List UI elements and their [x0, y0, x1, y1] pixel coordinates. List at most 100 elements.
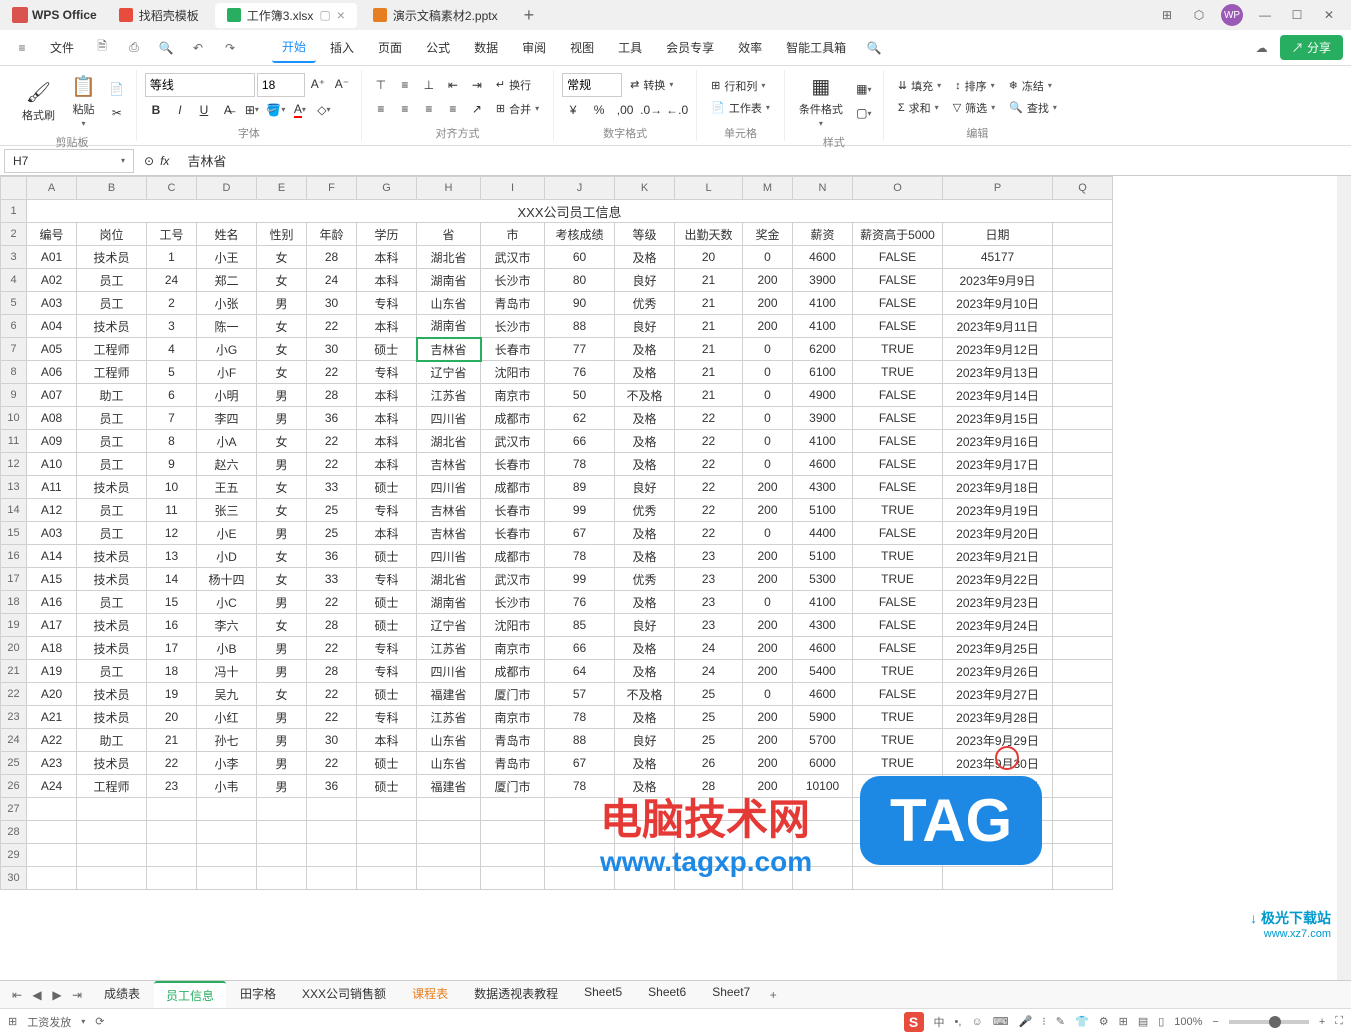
header-cell[interactable]: 省	[417, 223, 481, 246]
cell[interactable]: 0	[743, 246, 793, 269]
menu-efficiency[interactable]: 效率	[728, 33, 772, 62]
cell[interactable]	[675, 798, 743, 821]
cell[interactable]: 13	[147, 545, 197, 568]
font-color-icon[interactable]: A▾	[289, 99, 311, 121]
cell[interactable]	[1053, 683, 1113, 706]
sheet-tab-8[interactable]: Sheet7	[700, 981, 762, 1008]
cell[interactable]: TRUE	[853, 660, 943, 683]
cell[interactable]: 辽宁省	[417, 614, 481, 637]
col-header-J[interactable]: J	[545, 177, 615, 200]
cell[interactable]: 武汉市	[481, 568, 545, 591]
cut-icon[interactable]: ✂	[106, 102, 128, 124]
fill-button[interactable]: ⇊填充▾	[892, 76, 947, 96]
cell[interactable]: TRUE	[853, 545, 943, 568]
cell[interactable]: 湖北省	[417, 246, 481, 269]
row-header-4[interactable]: 4	[1, 269, 27, 292]
cell[interactable]: 66	[545, 430, 615, 453]
select-all-corner[interactable]	[1, 177, 27, 200]
cell[interactable]: 88	[545, 729, 615, 752]
cell[interactable]: 2023年9月14日	[943, 384, 1053, 407]
sheet-tab-6[interactable]: Sheet5	[572, 981, 634, 1008]
cell[interactable]: TRUE	[853, 568, 943, 591]
cell[interactable]: 四川省	[417, 407, 481, 430]
cell[interactable]: 200	[743, 660, 793, 683]
cell[interactable]: 成都市	[481, 476, 545, 499]
cell[interactable]: 女	[257, 545, 307, 568]
rowcol-button[interactable]: ⊞行和列▾	[705, 76, 776, 96]
row-header-24[interactable]: 24	[1, 729, 27, 752]
align-center-icon[interactable]: ≡	[394, 98, 416, 120]
view-normal-icon[interactable]: ⊞	[1119, 1015, 1128, 1028]
ime-skin-icon[interactable]: 👕	[1075, 1015, 1089, 1028]
cell[interactable]	[147, 844, 197, 867]
cell[interactable]: 26	[675, 752, 743, 775]
menu-icon[interactable]: ≡	[8, 34, 36, 62]
cell[interactable]	[147, 798, 197, 821]
cell[interactable]: 4600	[793, 683, 853, 706]
cell[interactable]: 不及格	[615, 683, 675, 706]
cell[interactable]: 1	[147, 246, 197, 269]
row-header-23[interactable]: 23	[1, 706, 27, 729]
cell[interactable]: 南京市	[481, 384, 545, 407]
cell[interactable]: 技术员	[77, 683, 147, 706]
cell[interactable]: 12	[147, 522, 197, 545]
search-fx-icon[interactable]: ⊙	[144, 154, 154, 168]
cell[interactable]: 2023年9月30日	[943, 752, 1053, 775]
cell[interactable]	[853, 798, 943, 821]
cell[interactable]: 4300	[793, 476, 853, 499]
cell[interactable]: 女	[257, 246, 307, 269]
row-header-17[interactable]: 17	[1, 568, 27, 591]
cell[interactable]: 4600	[793, 453, 853, 476]
fill-color-icon[interactable]: 🪣▾	[265, 99, 287, 121]
cell[interactable]: 200	[743, 729, 793, 752]
col-header-I[interactable]: I	[481, 177, 545, 200]
cell[interactable]: 5	[147, 361, 197, 384]
header-cell[interactable]: 等级	[615, 223, 675, 246]
cell[interactable]: 良好	[615, 614, 675, 637]
cell[interactable]: 小王	[197, 246, 257, 269]
cell[interactable]	[1053, 522, 1113, 545]
cell[interactable]: 4100	[793, 430, 853, 453]
cell[interactable]	[481, 798, 545, 821]
cell[interactable]	[307, 821, 357, 844]
cell[interactable]: TRUE	[853, 361, 943, 384]
cell[interactable]: 88	[545, 315, 615, 338]
cell[interactable]: 2023年9月26日	[943, 660, 1053, 683]
cell[interactable]: 专科	[357, 499, 417, 522]
cell[interactable]: 25	[675, 706, 743, 729]
cell[interactable]: 22	[307, 591, 357, 614]
col-header-L[interactable]: L	[675, 177, 743, 200]
cell[interactable]: 36	[307, 545, 357, 568]
header-cell[interactable]: 编号	[27, 223, 77, 246]
cell[interactable]: 4	[147, 338, 197, 361]
tab-templates[interactable]: 找稻壳模板	[107, 3, 211, 28]
header-cell[interactable]: 年龄	[307, 223, 357, 246]
row-header-3[interactable]: 3	[1, 246, 27, 269]
cell[interactable]	[357, 821, 417, 844]
menu-page[interactable]: 页面	[368, 33, 412, 62]
cell[interactable]: 28	[307, 660, 357, 683]
zoom-in-icon[interactable]: +	[1319, 1016, 1325, 1028]
cell[interactable]: 30	[307, 292, 357, 315]
sogou-ime-icon[interactable]: S	[904, 1012, 924, 1032]
cell[interactable]: 吉林省	[417, 499, 481, 522]
row-header-1[interactable]: 1	[1, 200, 27, 223]
cell[interactable]: 男	[257, 729, 307, 752]
cell[interactable]	[943, 798, 1053, 821]
cell[interactable]: 2023年9月24日	[943, 614, 1053, 637]
sheet-tab-1[interactable]: 员工信息	[154, 981, 226, 1008]
cell[interactable]: 5900	[793, 706, 853, 729]
row-header-18[interactable]: 18	[1, 591, 27, 614]
cell[interactable]: 80	[545, 269, 615, 292]
row-header-27[interactable]: 27	[1, 798, 27, 821]
cell[interactable]: 50	[545, 384, 615, 407]
cell[interactable]: 10	[147, 476, 197, 499]
cell[interactable]: 17	[147, 637, 197, 660]
add-sheet-icon[interactable]: +	[764, 986, 782, 1004]
cell[interactable]: 0	[743, 430, 793, 453]
cell[interactable]: 陈一	[197, 315, 257, 338]
increase-font-icon[interactable]: A⁺	[307, 73, 329, 95]
cell[interactable]: 技术员	[77, 476, 147, 499]
cell[interactable]	[257, 798, 307, 821]
cell[interactable]: 28	[307, 384, 357, 407]
